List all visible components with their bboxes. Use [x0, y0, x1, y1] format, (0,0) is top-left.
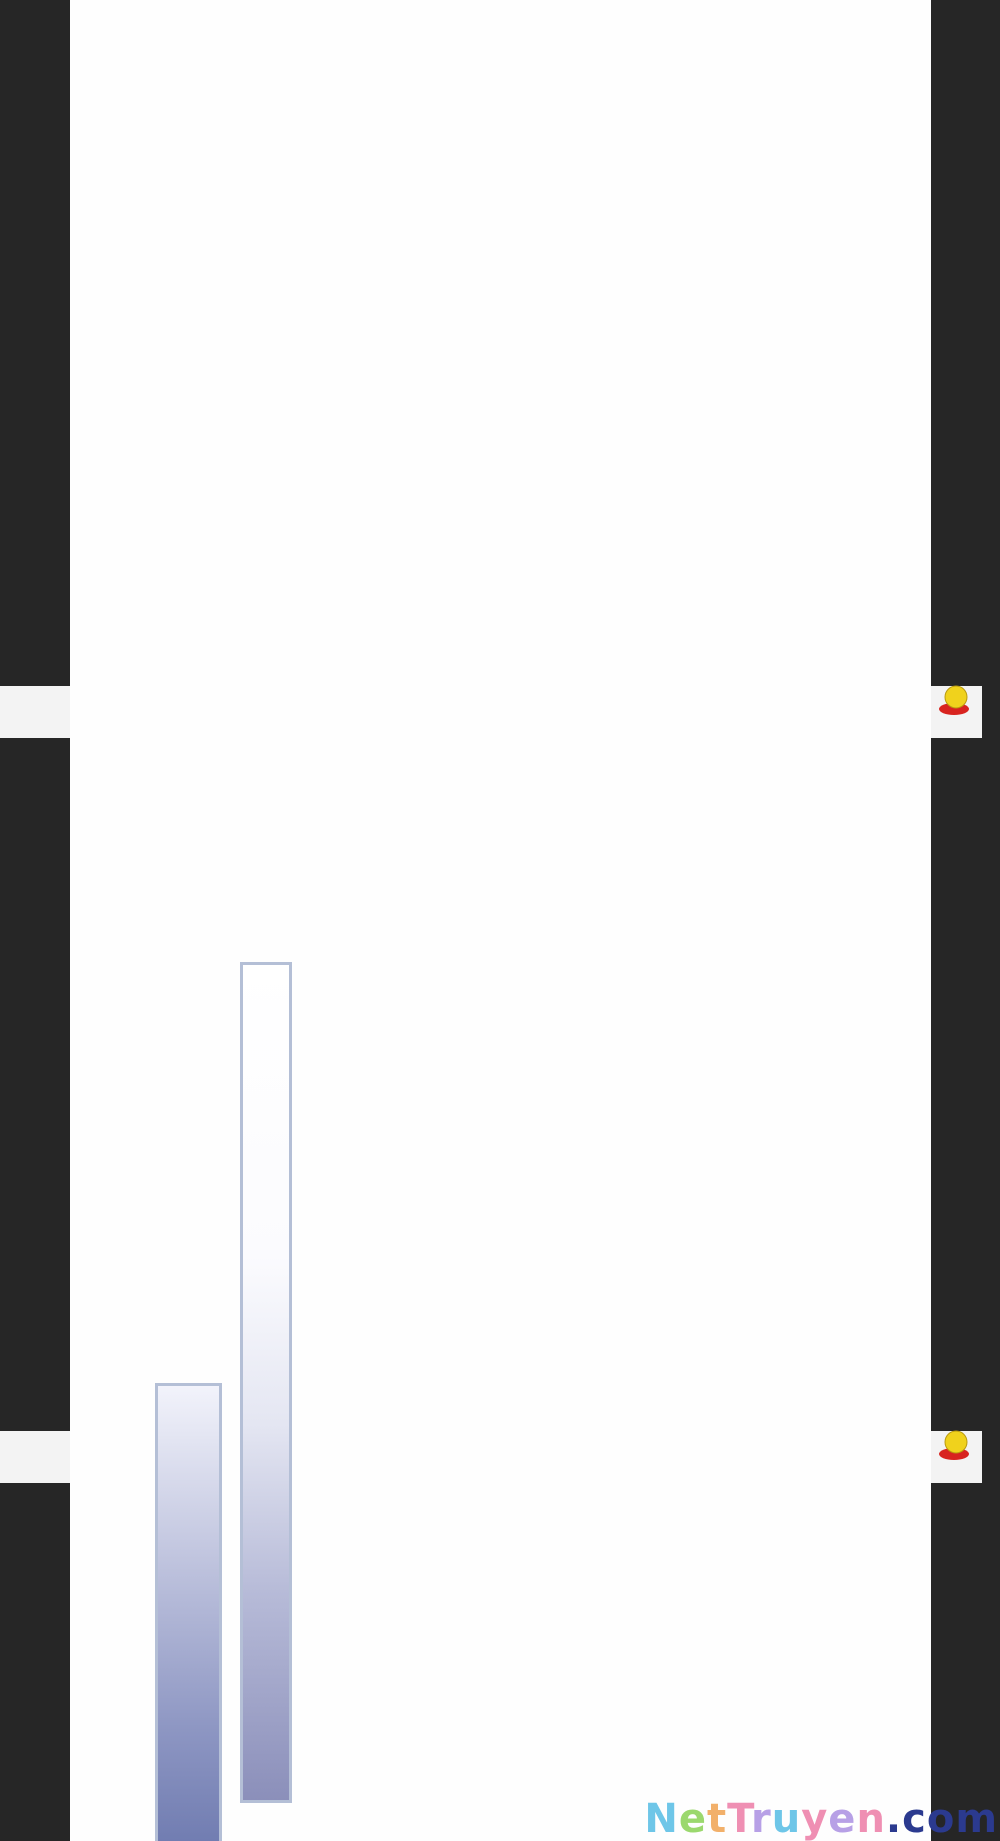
watermark-part: N: [644, 1796, 679, 1841]
emoji-face-icon: [939, 685, 969, 715]
watermark-part: r: [751, 1796, 772, 1841]
site-watermark: NetTruyen.com: [644, 1799, 998, 1839]
comic-page-image: [70, 0, 931, 1841]
tall-gradient-bar: [240, 962, 292, 1803]
watermark-part: u: [771, 1796, 802, 1841]
watermark-part: t: [706, 1796, 728, 1841]
watermark-part: n: [856, 1796, 886, 1841]
reader-viewport: NetTruyen.com: [0, 0, 1000, 1841]
emoji-face-icon: [939, 1430, 969, 1460]
watermark-part: e: [828, 1796, 857, 1841]
watermark-part: com: [902, 1796, 998, 1841]
watermark-part: y: [801, 1796, 829, 1841]
watermark-part: .: [885, 1796, 903, 1841]
watermark-part: T: [727, 1796, 751, 1841]
watermark-part: e: [678, 1796, 707, 1841]
short-gradient-bar: [155, 1383, 222, 1841]
